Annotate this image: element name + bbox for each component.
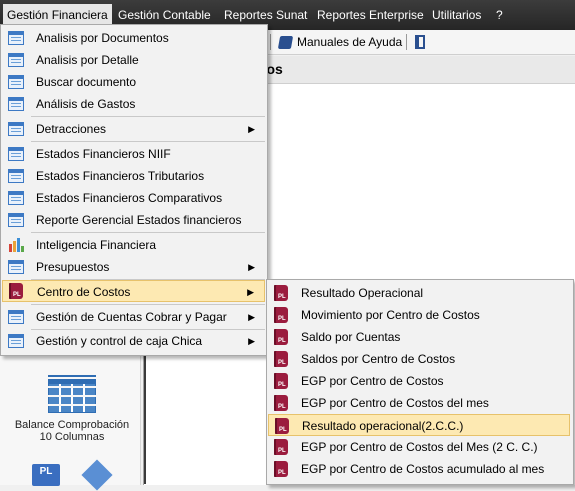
pl-book-icon [274,351,288,374]
submenu-item-egp-acumulado-mes[interactable]: EGP por Centro de Costos acumulado al me… [268,458,570,484]
cost-center-submenu: Resultado Operacional Movimiento por Cen… [266,279,574,485]
menu-item-analisis-gastos[interactable]: Análisis de Gastos [2,93,265,115]
menu-item-estados-niif[interactable]: Estados Financieros NIIF [2,143,265,165]
bar-chart-icon [8,238,24,252]
submenu-item-saldos-centro-costos[interactable]: Saldos por Centro de Costos [268,348,570,374]
submenu-item-movimiento-centro-costos[interactable]: Movimiento por Centro de Costos [268,304,570,330]
help-manuals-button[interactable]: Manuales de Ayuda [277,33,403,51]
submenu-item-egp-mes-2cc[interactable]: EGP por Centro de Costos del Mes (2 C. C… [268,436,570,462]
pl-book-icon [274,395,288,418]
window-icon [8,169,24,183]
diamond-icon [81,459,113,491]
window-icon [8,213,24,227]
window-icon [8,31,24,45]
spreadsheet-icon [48,375,96,413]
pl-book-icon [274,285,288,308]
pl-book-icon [274,373,288,396]
menu-help[interactable]: ? [496,8,503,22]
balance-tile-label: Balance Comprobación 10 Columnas [14,419,130,443]
toolbar-separator [270,34,271,50]
menu-item-presupuestos[interactable]: Presupuestos ▶ [2,256,265,278]
menu-item-detracciones[interactable]: Detracciones ▶ [2,118,265,140]
pl-book-icon [274,461,288,484]
menu-gestion-contable[interactable]: Gestión Contable [118,8,211,22]
pl-icon: PL [32,464,60,486]
exit-icon [415,35,425,49]
financial-menu: Analisis por Documentos Analisis por Det… [0,24,268,356]
menu-item-analisis-documentos[interactable]: Analisis por Documentos [2,27,265,49]
submenu-arrow-icon: ▶ [247,287,254,297]
submenu-item-resultado-operacional[interactable]: Resultado Operacional [268,282,570,308]
exit-button[interactable] [415,33,425,51]
window-icon [8,334,24,348]
menu-divider [31,141,265,142]
menu-divider [31,116,265,117]
submenu-arrow-icon: ▶ [248,124,255,134]
menu-utilitarios[interactable]: Utilitarios [432,8,481,22]
menu-divider [31,304,265,305]
menu-item-estados-comparativos[interactable]: Estados Financieros Comparativos [2,187,265,209]
menu-item-inteligencia-financiera[interactable]: Inteligencia Financiera [2,234,265,256]
menu-item-centro-costos[interactable]: Centro de Costos ▶ [2,280,265,306]
submenu-item-saldo-cuentas[interactable]: Saldo por Cuentas [268,326,570,352]
shortcut-tile[interactable]: PL [20,458,130,491]
submenu-arrow-icon: ▶ [248,336,255,346]
menu-item-analisis-detalle[interactable]: Analisis por Detalle [2,49,265,71]
window-icon [8,122,24,136]
window-icon [8,53,24,67]
submenu-item-resultado-operacional-2cc[interactable]: Resultado operacional(2.C.C.) [268,414,570,441]
submenu-arrow-icon: ▶ [248,262,255,272]
menu-reportes-sunat[interactable]: Reportes Sunat [224,8,307,22]
menu-gestion-financiera[interactable]: Gestión Financiera [3,4,112,26]
window-icon [8,75,24,89]
help-manuals-label: Manuales de Ayuda [297,35,403,49]
window-icon [8,191,24,205]
window-icon [8,147,24,161]
menu-item-cuentas-cobrar-pagar[interactable]: Gestión de Cuentas Cobrar y Pagar ▶ [2,306,265,328]
book-icon [277,35,294,49]
menu-item-estados-tributarios[interactable]: Estados Financieros Tributarios [2,165,265,187]
menu-item-reporte-gerencial[interactable]: Reporte Gerencial Estados financieros [2,209,265,231]
window-icon [8,260,24,274]
toolbar-separator [406,34,407,50]
pl-book-icon [9,283,23,306]
balance-tile[interactable]: Balance Comprobación 10 Columnas [8,366,136,456]
pl-book-icon [274,329,288,352]
menu-item-caja-chica[interactable]: Gestión y control de caja Chica ▶ [2,330,265,352]
window-icon [8,310,24,324]
submenu-item-egp-centro-costos-mes[interactable]: EGP por Centro de Costos del mes [268,392,570,418]
pl-book-icon [275,418,289,441]
menu-reportes-enterprise[interactable]: Reportes Enterprise [317,8,424,22]
menu-item-buscar-documento[interactable]: Buscar documento [2,71,265,93]
submenu-item-egp-centro-costos[interactable]: EGP por Centro de Costos [268,370,570,396]
pl-book-icon [274,307,288,330]
menu-divider [31,232,265,233]
pl-book-icon [274,439,288,462]
submenu-arrow-icon: ▶ [248,312,255,322]
window-icon [8,97,24,111]
